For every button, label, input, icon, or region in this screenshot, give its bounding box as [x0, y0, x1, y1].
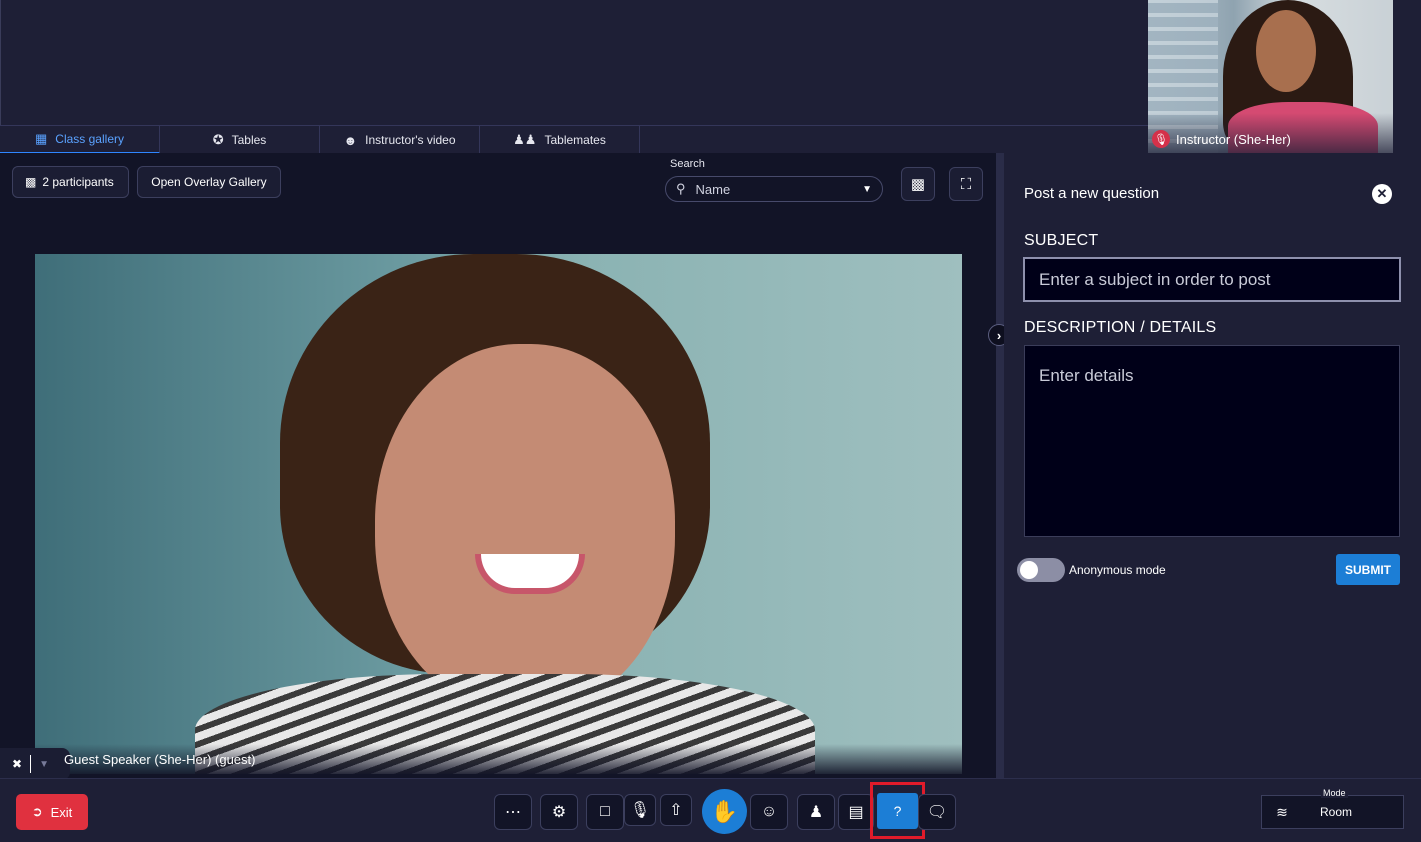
mode-selector[interactable]: ≋ Room	[1261, 795, 1404, 829]
grid-icon: ▦	[35, 131, 48, 146]
participants-toolbar-button[interactable]: ♟	[797, 794, 835, 830]
tab-label: Tables	[231, 133, 267, 147]
camera-button[interactable]: □	[586, 794, 624, 830]
picture-in-picture-icon: ▩	[910, 176, 926, 193]
open-overlay-gallery-button[interactable]: Open Overlay Gallery	[137, 166, 281, 198]
exit-icon: ➲	[31, 804, 43, 819]
question-bubble-icon: ?	[893, 803, 902, 819]
fullscreen-button[interactable]: ⛶	[949, 167, 983, 201]
tables-icon: ✪	[212, 132, 224, 147]
chat-icon: 🗨	[926, 804, 948, 821]
notes-button[interactable]: ▤	[838, 794, 874, 830]
speaker-face	[375, 344, 675, 714]
mode-caption: Mode	[1321, 788, 1348, 798]
tab-tables[interactable]: ✪ Tables	[160, 126, 320, 154]
reactions-button[interactable]: ☺	[750, 794, 788, 830]
qa-button-highlight[interactable]: ?	[870, 782, 925, 839]
smiley-icon: ☺	[760, 803, 778, 820]
search-value: Name	[695, 181, 731, 197]
gear-icon: ⚙	[551, 804, 567, 821]
people-icon: ♟	[808, 804, 824, 821]
pin-control[interactable]: ✖ ▼	[0, 748, 70, 780]
people-icon: ♟♟	[513, 132, 537, 147]
exit-label: Exit	[50, 804, 73, 820]
room-mode-icon: ≋	[1276, 803, 1288, 820]
stage-top-area	[0, 0, 1148, 125]
view-tabs: ▦ Class gallery ✪ Tables ☻ Instructor's …	[0, 125, 1148, 154]
instructor-face	[1256, 10, 1316, 92]
chat-button[interactable]: 🗨	[918, 794, 956, 830]
tab-instructors-video[interactable]: ☻ Instructor's video	[320, 126, 480, 154]
top-right-strip	[1393, 0, 1421, 153]
raise-hand-button[interactable]: ✋	[702, 789, 747, 834]
close-icon: ✕	[1376, 186, 1388, 201]
camera-icon: □	[600, 803, 610, 820]
qa-button[interactable]: ?	[877, 793, 918, 829]
chevron-down-icon: ▼	[862, 183, 872, 195]
subject-input[interactable]	[1023, 257, 1401, 302]
exit-button[interactable]: ➲ Exit	[16, 794, 88, 830]
instructor-video-icon: ☻	[343, 132, 358, 148]
participants-button[interactable]: ▩ 2 participants	[12, 166, 129, 198]
close-panel-button[interactable]: ✕	[1372, 184, 1392, 204]
hand-icon: ✋	[710, 798, 739, 824]
submit-button[interactable]: SUBMIT	[1336, 554, 1400, 585]
picture-in-picture-button[interactable]: ▩	[901, 167, 935, 201]
more-options-button[interactable]: ⋯	[494, 794, 532, 830]
fullscreen-icon: ⛶	[960, 175, 972, 193]
settings-button[interactable]: ⚙	[540, 794, 578, 830]
participants-label: 2 participants	[42, 175, 114, 189]
tab-label: Class gallery	[55, 132, 124, 146]
search-icon: ⚲	[676, 181, 686, 196]
subject-label: SUBJECT	[1024, 232, 1099, 249]
anonymous-mode-label: Anonymous mode	[1069, 563, 1166, 577]
question-panel-title: Post a new question	[1024, 185, 1160, 202]
more-icon: ⋯	[505, 804, 521, 821]
share-screen-button[interactable]: ⇧	[660, 794, 692, 826]
pin-separator	[30, 755, 32, 773]
panel-divider[interactable]	[996, 153, 1004, 778]
tab-label: Instructor's video	[365, 133, 456, 147]
tab-class-gallery[interactable]: ▦ Class gallery	[0, 126, 160, 154]
tab-tablemates[interactable]: ♟♟ Tablemates	[480, 126, 640, 154]
speaker-name-label: Guest Speaker (She-Her) (guest)	[64, 752, 256, 767]
chevron-down-icon: ▼	[39, 758, 49, 770]
mic-muted-icon: 🎙	[1152, 130, 1170, 148]
notes-icon: ▤	[848, 804, 864, 821]
guest-speaker-video[interactable]	[35, 254, 962, 774]
microphone-icon: 🎙	[629, 802, 651, 819]
instructor-name: Instructor (She-Her)	[1176, 131, 1291, 147]
instructor-name-label: 🎙 Instructor (She-Her)	[1152, 130, 1291, 148]
microphone-button[interactable]: 🎙	[624, 794, 656, 826]
search-select[interactable]: ⚲ Name ▼	[665, 176, 883, 202]
chevron-right-icon: ›	[996, 327, 1002, 343]
search-label: Search	[670, 158, 705, 170]
participant-icon: ▩	[25, 175, 37, 189]
unpin-icon: ✖	[12, 757, 23, 771]
details-input[interactable]	[1024, 345, 1400, 537]
tab-label: Tablemates	[544, 133, 606, 147]
toggle-knob	[1020, 561, 1038, 579]
share-screen-icon: ⇧	[669, 802, 683, 819]
overlay-label: Open Overlay Gallery	[151, 175, 267, 189]
details-label: DESCRIPTION / DETAILS	[1024, 319, 1217, 336]
anonymous-mode-toggle[interactable]	[1017, 558, 1065, 582]
mode-value: Room	[1320, 805, 1353, 819]
